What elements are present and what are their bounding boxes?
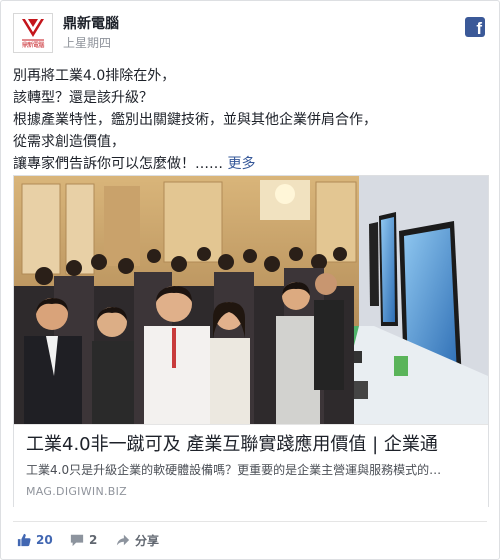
facebook-icon[interactable]: f <box>465 17 485 38</box>
post-message: 別再將工業4.0排除在外， 該轉型？還是該升級？ 根據產業特性，鑑別出關鍵技術，… <box>13 65 487 175</box>
page-avatar[interactable]: 鼎新電腦 <box>13 13 53 53</box>
link-description: 工業4.0只是升級企業的軟硬體設備嗎？更重要的是企業主營運與服務模式的… <box>26 463 442 477</box>
event-photo[interactable] <box>14 176 488 424</box>
post-header: 鼎新電腦 鼎新電腦 上星期四 f <box>13 13 487 55</box>
thumbs-up-icon <box>17 533 31 547</box>
post-timestamp[interactable]: 上星期四 <box>63 35 111 51</box>
post-line: 根據產業特性，鑑別出關鍵技術，並與其他企業併肩合作， <box>13 112 377 128</box>
see-more-link[interactable]: 更多 <box>227 156 255 172</box>
comment-button[interactable]: 2 <box>70 529 97 551</box>
link-title[interactable]: 工業4.0非一蹴可及 產業互聯實踐應用價值 | 企業通 <box>26 434 478 456</box>
conference-photo-illustration <box>14 176 488 424</box>
comment-icon <box>70 534 84 547</box>
like-count: 20 <box>36 533 53 547</box>
logo-caption: 鼎新電腦 <box>21 42 45 49</box>
share-button[interactable]: 分享 <box>116 529 159 551</box>
share-label: 分享 <box>135 533 160 548</box>
comment-count: 2 <box>89 533 98 547</box>
post-line: 從需求創造價值， <box>13 134 125 150</box>
facebook-post-card: 鼎新電腦 鼎新電腦 上星期四 f 別再將工業4.0排除在外， 該轉型？還是該升級… <box>0 0 500 560</box>
post-line: 該轉型？還是該升級？ <box>13 90 153 106</box>
post-line-last: 讓專家們告訴你可以怎麼做！…… 更多 <box>13 153 487 175</box>
post-line-text: 讓專家們告訴你可以怎麼做！…… <box>13 156 223 172</box>
actions-divider <box>13 521 487 522</box>
post-line: 別再將工業4.0排除在外， <box>13 68 176 84</box>
link-meta[interactable]: 工業4.0非一蹴可及 產業互聯實踐應用價值 | 企業通 工業4.0只是升級企業的… <box>14 424 488 507</box>
link-preview-card[interactable]: 工業4.0非一蹴可及 產業互聯實踐應用價值 | 企業通 工業4.0只是升級企業的… <box>13 175 489 507</box>
like-button[interactable]: 20 <box>17 529 53 551</box>
page-name-link[interactable]: 鼎新電腦 <box>63 15 119 33</box>
post-actions-bar: 20 2 分享 <box>13 529 487 551</box>
link-domain: MAG.DIGIWIN.BIZ <box>26 485 127 498</box>
share-arrow-icon <box>116 534 130 546</box>
